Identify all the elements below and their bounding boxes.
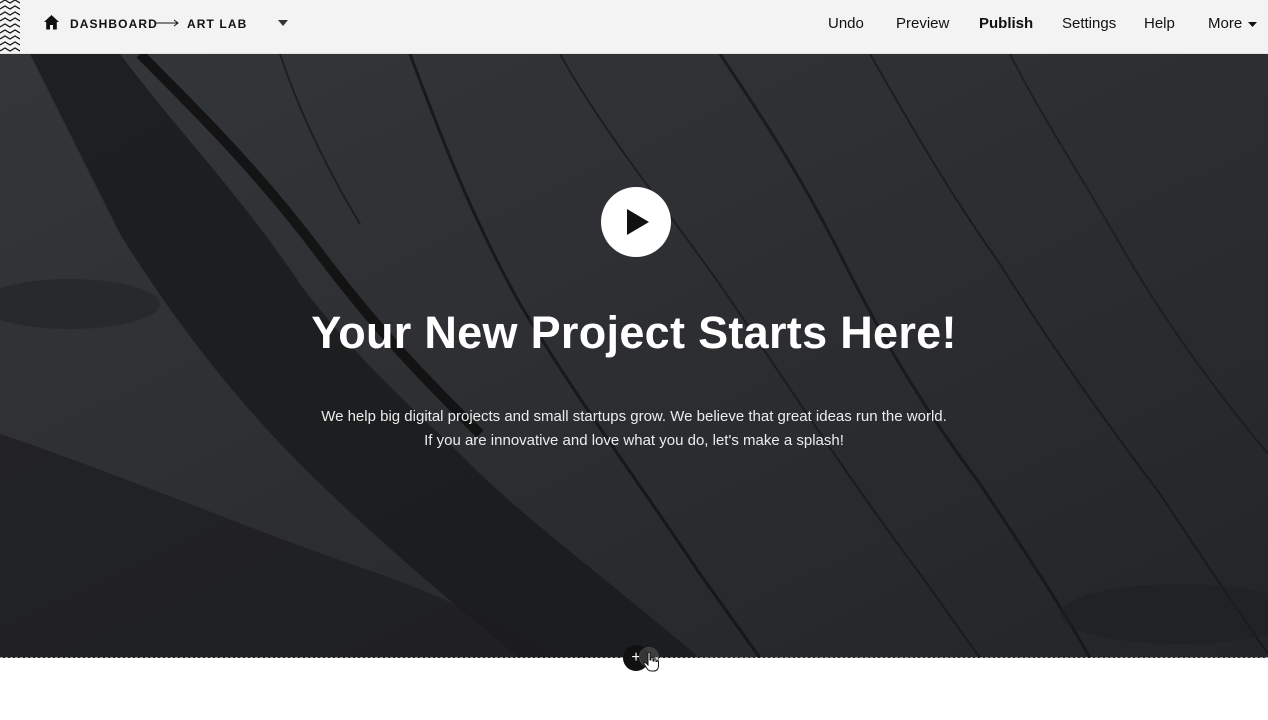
breadcrumb-dashboard[interactable]: DASHBOARD (70, 17, 158, 31)
hero-title[interactable]: Your New Project Starts Here! (0, 307, 1268, 359)
hero-subtitle-line-2[interactable]: If you are innovative and love what you … (0, 432, 1268, 449)
caret-down-icon[interactable] (1248, 22, 1257, 27)
caret-down-icon[interactable] (278, 20, 288, 26)
preview-button[interactable]: Preview (896, 15, 949, 32)
editor-toolbar: DASHBOARD ART LAB Undo Preview Publish S… (0, 0, 1268, 54)
hero-subtitle-line-1[interactable]: We help big digital projects and small s… (0, 408, 1268, 425)
long-arrow-right-icon (156, 19, 179, 27)
settings-button[interactable]: Settings (1062, 15, 1116, 32)
zigzag-pattern-icon (0, 0, 20, 52)
home-icon[interactable] (43, 14, 60, 31)
undo-button[interactable]: Undo (828, 15, 864, 32)
hero-section[interactable]: Your New Project Starts Here! We help bi… (0, 54, 1268, 658)
publish-button[interactable]: Publish (979, 15, 1033, 32)
breadcrumb-project[interactable]: ART LAB (187, 17, 247, 31)
hand-pointer-icon (643, 652, 659, 672)
more-menu-button[interactable]: More (1208, 15, 1242, 32)
help-button[interactable]: Help (1144, 15, 1175, 32)
play-video-button[interactable] (601, 187, 671, 257)
play-icon (627, 209, 649, 235)
